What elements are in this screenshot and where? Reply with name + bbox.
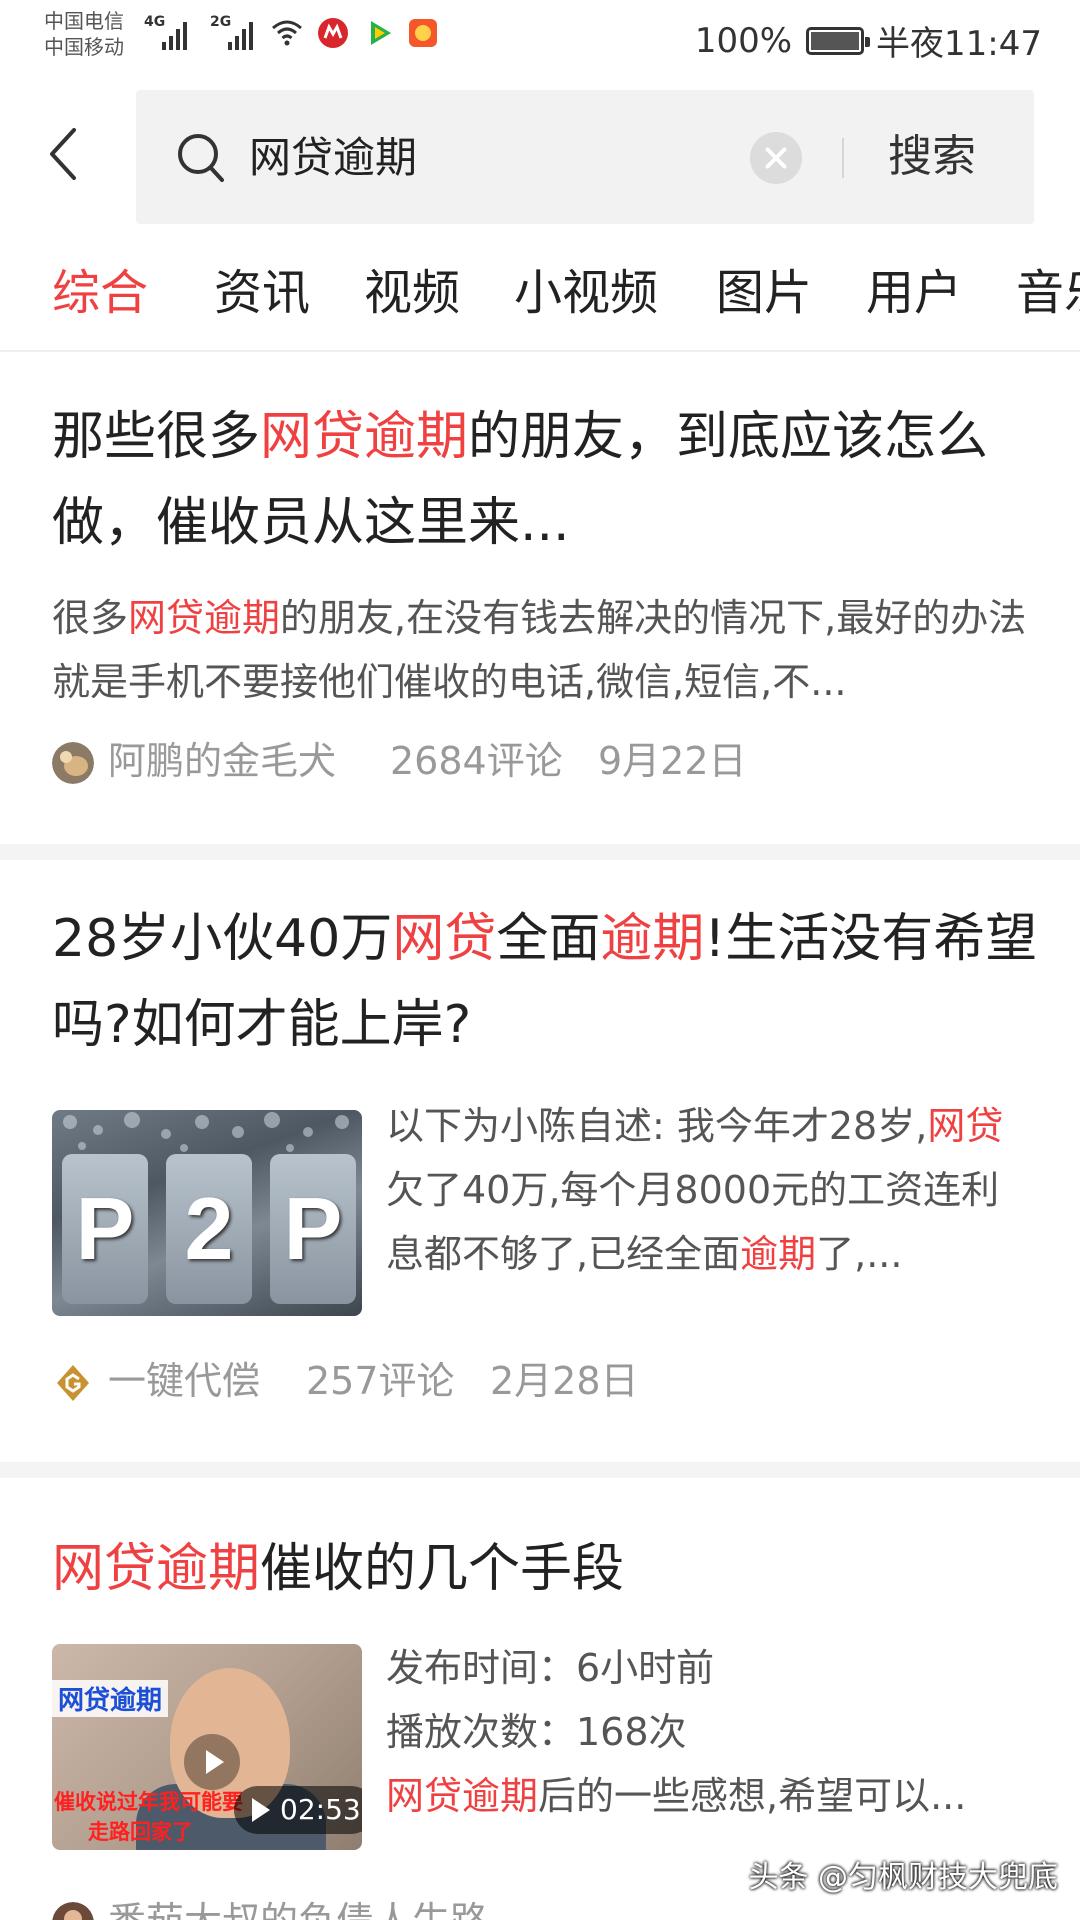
source-name[interactable]: 一键代偿 xyxy=(108,1356,260,1406)
status-bar: 中国电信 中国移动 4G 2G 100% 半夜11:47 xyxy=(0,0,1080,72)
publish-time: 发布时间：6小时前 xyxy=(386,1646,715,1690)
article-meta: 一键代偿 257评论 2月28日 xyxy=(52,1356,1042,1406)
video-app-icon xyxy=(371,21,391,45)
battery-icon xyxy=(806,26,871,55)
article-title[interactable]: 28岁小伙40万网贷全面逾期!生活没有希望吗?如何才能上岸? xyxy=(52,896,1042,1068)
thumb-title: 网贷逾期 xyxy=(52,1680,169,1717)
carrier-2: 中国移动 xyxy=(44,35,124,59)
status-right: 100% 半夜11:47 xyxy=(695,16,1042,65)
tab-comprehensive[interactable]: 综合 xyxy=(52,258,148,328)
video-duration: 02:53 xyxy=(234,1786,362,1834)
avatar[interactable] xyxy=(52,742,94,784)
summary-highlight: 网贷逾期 xyxy=(386,1774,539,1818)
section-gap xyxy=(0,1462,1080,1478)
tab-video[interactable]: 视频 xyxy=(364,258,460,328)
tabs-divider xyxy=(0,350,1080,352)
summary-text: 了,... xyxy=(816,1232,903,1276)
thumb-caption-2: 走路回家了 xyxy=(88,1820,193,1844)
title-text: 全面 xyxy=(496,909,601,969)
video-thumbnail[interactable]: 网贷逾期 催收说过年我可能要 走路回家了 02:53 xyxy=(52,1644,362,1850)
comment-count: 257评论 xyxy=(306,1359,455,1403)
article-meta: 阿鹏的金毛犬 2684评论 9月22日 xyxy=(52,736,1042,786)
search-icon xyxy=(178,134,224,182)
title-highlight: 网贷逾期 xyxy=(260,407,469,467)
summary-text: 欠了40万,每个月8000元的工资连利息都不够了,已经全面 xyxy=(386,1168,1000,1276)
thumb-letter-p1: P xyxy=(62,1154,148,1304)
tab-short-video[interactable]: 小视频 xyxy=(514,258,658,328)
title-text: 28岁小伙40万 xyxy=(52,909,393,969)
search-button[interactable]: 搜索 xyxy=(888,124,976,190)
publish-date: 9月22日 xyxy=(598,739,747,783)
cmb-bank-icon xyxy=(318,18,348,48)
search-divider xyxy=(842,138,844,178)
title-highlight: 网贷逾期 xyxy=(52,1539,261,1599)
tab-news[interactable]: 资讯 xyxy=(214,258,310,328)
summary-text: 后的一些感想,希望可以... xyxy=(538,1774,967,1818)
summary-highlight: 逾期 xyxy=(740,1232,817,1276)
watermark: 头条 @匀枫财技大兜底 xyxy=(748,1860,1058,1895)
title-text: 催收的几个手段 xyxy=(260,1539,625,1599)
category-tabs: 综合 资讯 视频 小视频 图片 用户 音乐 xyxy=(0,250,1080,350)
play-icon[interactable] xyxy=(184,1734,240,1790)
article-summary: 很多网贷逾期的朋友,在没有钱去解决的情况下,最好的办法就是手机不要接他们催收的电… xyxy=(52,586,1042,714)
source-name[interactable]: 番茄大叔的负债人生路 xyxy=(108,1896,488,1920)
thumb-letter-p2: P xyxy=(270,1154,356,1304)
search-bar[interactable]: 网贷逾期 搜索 xyxy=(136,90,1034,224)
back-arrow-icon[interactable] xyxy=(44,124,84,184)
comment-count: 2684评论 xyxy=(390,739,563,783)
clear-icon[interactable] xyxy=(750,132,802,184)
article-summary: 网贷逾期后的一些感想,希望可以... xyxy=(386,1764,1026,1828)
article-meta: 番茄大叔的负债人生路 xyxy=(52,1896,1042,1920)
wifi-icon xyxy=(272,20,302,46)
tab-images[interactable]: 图片 xyxy=(716,258,812,328)
clock: 半夜11:47 xyxy=(876,24,1042,64)
source-logo-icon[interactable] xyxy=(52,1362,94,1404)
source-name[interactable]: 阿鹏的金毛犬 xyxy=(108,736,336,786)
article-summary: 以下为小陈自述: 我今年才28岁,网贷欠了40万,每个月8000元的工资连利息都… xyxy=(386,1094,1026,1286)
summary-highlight: 网贷逾期 xyxy=(128,596,281,640)
play-count: 播放次数：168次 xyxy=(386,1710,687,1754)
summary-highlight: 网贷 xyxy=(927,1104,1004,1148)
title-highlight: 逾期 xyxy=(600,909,705,969)
tab-users[interactable]: 用户 xyxy=(866,258,962,328)
search-input[interactable]: 网贷逾期 xyxy=(249,128,417,188)
video-info: 发布时间：6小时前 播放次数：168次 网贷逾期后的一些感想,希望可以... xyxy=(386,1636,1026,1828)
red-app-icon xyxy=(409,19,437,47)
article-title[interactable]: 网贷逾期催收的几个手段 xyxy=(52,1526,1042,1612)
article-title[interactable]: 那些很多网贷逾期的朋友，到底应该怎么做，催收员从这里来... xyxy=(52,394,1042,566)
summary-text: 以下为小陈自述: 我今年才28岁, xyxy=(386,1104,928,1148)
publish-date: 2月28日 xyxy=(490,1359,639,1403)
summary-text: 很多 xyxy=(52,596,129,640)
thumb-digit-2: 2 xyxy=(166,1154,252,1304)
carrier-names: 中国电信 中国移动 xyxy=(44,8,124,60)
carrier-1: 中国电信 xyxy=(44,9,124,33)
section-gap xyxy=(0,844,1080,860)
avatar[interactable] xyxy=(52,1902,94,1920)
title-highlight: 网贷 xyxy=(392,909,497,969)
article-thumbnail[interactable]: P 2 P xyxy=(52,1110,362,1316)
tab-music[interactable]: 音乐 xyxy=(1016,258,1080,328)
battery-percent: 100% xyxy=(694,20,793,61)
thumb-caption-1: 催收说过年我可能要 xyxy=(54,1790,243,1814)
title-text: 那些很多 xyxy=(52,407,261,467)
